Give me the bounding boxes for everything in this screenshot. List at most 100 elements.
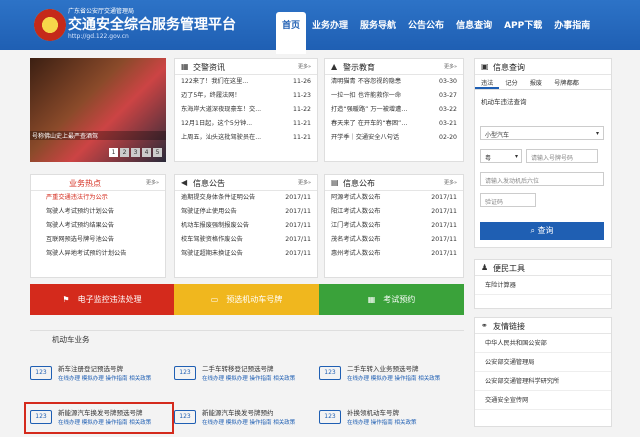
query-subtitle: 机动车违法查询 [481, 98, 527, 106]
news-photo-carousel[interactable]: 号称佛山史上最严查酒驾 1 2 3 4 5 [30, 58, 166, 162]
plate-icon: 123 [30, 410, 52, 424]
query-button[interactable]: ⌕ 查询 [480, 222, 604, 240]
calendar-icon: ▦ [367, 295, 376, 304]
publish-panel: ▤ 信息公布 更多» 阿源考试人数公布 2017/11 阳江考试人数公布 2017/11… [324, 174, 464, 278]
warning-icon: ▲ [331, 62, 338, 71]
tab-scrap[interactable]: 报废 [524, 75, 548, 89]
nav-business[interactable]: 业务办理 [306, 8, 354, 50]
list-item[interactable]: 迈了5年，终履法网！ 11-23 [175, 89, 317, 103]
list-item[interactable]: 江门考试人数公布 2017/11 [325, 219, 463, 233]
plate-icon: 123 [174, 366, 196, 380]
plate-number-input[interactable]: 请输入号牌号码 [526, 149, 598, 163]
news-panel: ▦ 交警资讯 更多» 122来了！我们在这里... 11-26 迈了5年，终履法网！ 1… [174, 58, 318, 162]
friend-link[interactable]: 公安部交通管理局 [475, 353, 611, 372]
header: 广东省公安厅交通管理局 交通安全综合服务管理平台 http://gd.122.g… [0, 0, 640, 54]
list-item[interactable]: 一拉一扣 也许能救你一命 03-27 [325, 89, 463, 103]
list-item[interactable]: 开学季｜交通安全八句话 02-20 [325, 131, 463, 145]
biz-item[interactable]: 123 二手车转移登记预选号牌 在线办理 模拟办理 操作指南 相关政策 [174, 360, 314, 392]
friend-link[interactable]: 公安部交通管理科学研究所 [475, 372, 611, 391]
flag-icon: ⚑ [62, 295, 70, 304]
police-emblem-icon [34, 9, 66, 41]
list-item[interactable]: 打造“强暖路” 万一被增遭… 03-22 [325, 103, 463, 117]
panel-title: 信息公布 [343, 179, 375, 188]
more-link[interactable]: 更多» [444, 179, 457, 186]
search-icon: ⌕ [530, 226, 538, 235]
tab-violation[interactable]: 违法 [475, 75, 500, 89]
link-icon: ⚭ [481, 321, 488, 330]
more-link[interactable]: 更多» [298, 179, 311, 186]
friend-link[interactable]: 交通安全宣传网 [475, 391, 611, 410]
carousel-page[interactable]: 4 [142, 148, 151, 157]
nav-query[interactable]: 信息查询 [450, 8, 498, 50]
list-item[interactable]: 机动车报废强制报废公告 2017/11 [175, 219, 317, 233]
list-item[interactable]: 校车驾驶资格作废公告 2017/11 [175, 233, 317, 247]
list-item[interactable]: 驾驶人考试预约结果公告 [31, 219, 165, 233]
list-item[interactable]: 驾驶证停止使用公告 2017/11 [175, 205, 317, 219]
engine-number-input[interactable]: 请输入发动机后六位 [480, 172, 604, 186]
biz-item[interactable]: 123 新车注册登记预选号牌 在线办理 模拟办理 操作指南 相关政策 [30, 360, 170, 392]
list-item[interactable]: 驾驶人考试预约计划公告 [31, 205, 165, 219]
list-item[interactable]: 阿源考试人数公布 2017/11 [325, 191, 463, 205]
warning-panel: ▲ 警示教育 更多» 清明猫青 不容忽视的隐患 03-30 一拉一扣 也许能救你一命 0… [324, 58, 464, 162]
captcha-input[interactable]: 验证码 [480, 193, 536, 207]
list-item[interactable]: 清明猫青 不容忽视的隐患 03-30 [325, 75, 463, 89]
panel-title: 交警资讯 [193, 63, 225, 72]
carousel-page[interactable]: 1 [109, 148, 118, 157]
list-item[interactable]: 惠州考试人数公布 2017/11 [325, 247, 463, 261]
document-icon: ▤ [331, 178, 339, 187]
nav-guide[interactable]: 办事指南 [548, 8, 596, 50]
biz-item-highlighted[interactable]: 123 新能源汽车换发号牌预选号牌 在线办理 模拟办理 操作指南 相关政策 [24, 402, 174, 434]
carousel-page[interactable]: 5 [153, 148, 162, 157]
list-item[interactable]: 12月1日起，这个5分钟... 11-21 [175, 117, 317, 131]
list-item[interactable]: 茂名考试人数公布 2017/11 [325, 233, 463, 247]
plate-icon: 123 [319, 366, 341, 380]
carousel-caption: 号称佛山史上最严查酒驾 [30, 131, 166, 140]
chevron-down-icon: ▾ [514, 153, 518, 160]
panel-title: 业务热点 [69, 179, 101, 188]
search-icon: ▣ [481, 62, 489, 71]
nav-app[interactable]: APP下载 [498, 8, 548, 50]
carousel-page[interactable]: 3 [131, 148, 140, 157]
list-item[interactable]: 东海岸大道深夜现豪车！交... 11-22 [175, 103, 317, 117]
list-item[interactable]: 阳江考试人数公布 2017/11 [325, 205, 463, 219]
violation-button[interactable]: ⚑ 电子监控违法处理 [30, 284, 174, 315]
tool-link[interactable]: 车险计算器 [475, 276, 611, 295]
plate-select-button[interactable]: ▭ 预选机动车号牌 [174, 284, 319, 315]
list-item[interactable]: 严重交通违法行为公示 [31, 191, 165, 205]
list-item[interactable]: 逾期提交身体条件证明公告 2017/11 [175, 191, 317, 205]
nav-service[interactable]: 服务导航 [354, 8, 402, 50]
more-link[interactable]: 更多» [444, 63, 457, 70]
hot-panel: 业务热点 更多» 严重交通违法行为公示 驾驶人考试预约计划公告 驾驶人考试预约结果… [30, 174, 166, 278]
vehicle-type-select[interactable]: 小型汽车 ▾ [480, 126, 604, 140]
biz-item[interactable]: 123 二手车转入业务预选号牌 在线办理 模拟办理 操作指南 相关政策 [319, 360, 459, 392]
plate-icon: 123 [319, 410, 341, 424]
more-link[interactable]: 更多» [298, 63, 311, 70]
tools-panel: ♟ 便民工具 车险计算器 [474, 259, 612, 309]
list-item[interactable]: 上周五，汕头这批驾驶员在... 11-21 [175, 131, 317, 145]
province-select[interactable]: 粤 ▾ [480, 149, 522, 163]
site-title[interactable]: 交通安全综合服务管理平台 [68, 14, 236, 34]
plate-icon: 123 [30, 366, 52, 380]
plate-icon: 123 [174, 410, 196, 424]
chevron-down-icon: ▾ [595, 130, 599, 137]
friend-link[interactable]: 中华人民共和国公安部 [475, 334, 611, 353]
exam-booking-button[interactable]: ▦ 考试预约 [319, 284, 464, 315]
biz-item[interactable]: 123 补换领机动车号牌 在线办理 操作指南 相关政策 [319, 404, 459, 436]
nav-home[interactable]: 首页 [276, 12, 307, 54]
list-item[interactable]: 驾驶人异地考试预约计划公告 [31, 247, 165, 261]
carousel-pager: 1 2 3 4 5 [109, 148, 162, 157]
biz-item[interactable]: 123 新能源汽车换发号牌预约 在线办理 模拟办理 操作指南 相关政策 [174, 404, 314, 436]
panel-title: 警示教育 [343, 63, 375, 72]
more-link[interactable]: 更多» [146, 179, 159, 186]
list-item[interactable]: 122来了！我们在这里... 11-26 [175, 75, 317, 89]
megaphone-icon: ◀ [181, 178, 188, 187]
query-tabs: 违法 记分 报废 号牌都都 [475, 75, 611, 90]
list-item[interactable]: 驾驶证超期未换证公告 2017/11 [175, 247, 317, 261]
list-item[interactable]: 春天来了 在开车的“春困”… 03-21 [325, 117, 463, 131]
tab-points[interactable]: 记分 [499, 75, 523, 89]
person-icon: ♟ [481, 263, 489, 272]
nav-notice[interactable]: 公告公布 [402, 8, 450, 50]
tab-plate[interactable]: 号牌都都 [548, 75, 585, 89]
list-item[interactable]: 互联网预选号牌号池公告 [31, 233, 165, 247]
carousel-page[interactable]: 2 [120, 148, 129, 157]
